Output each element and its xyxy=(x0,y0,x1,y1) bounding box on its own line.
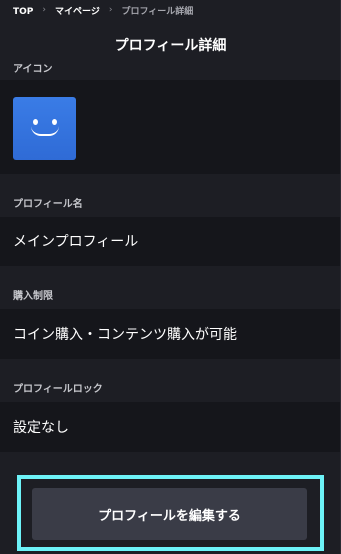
purchase-limit-value: コイン購入・コンテンツ購入が可能 xyxy=(13,327,237,343)
purchase-limit-label: 購入制限 xyxy=(13,291,53,302)
smiley-right-eye xyxy=(52,119,57,125)
profile-lock-value: 設定なし xyxy=(13,420,69,436)
smiley-left-eye xyxy=(33,119,38,125)
breadcrumb: TOP › マイページ › プロフィール詳細 xyxy=(13,4,193,20)
avatar xyxy=(13,97,76,160)
icon-section-label: アイコン xyxy=(13,64,53,75)
profile-name-value: メインプロフィール xyxy=(13,234,139,250)
breadcrumb-top-link[interactable]: TOP xyxy=(13,4,33,20)
breadcrumb-separator-icon: › xyxy=(108,5,113,15)
breadcrumb-separator-icon: › xyxy=(42,5,46,15)
page-title: プロフィール詳細 xyxy=(114,38,227,54)
breadcrumb-current: プロフィール詳細 xyxy=(121,7,194,17)
profile-lock-label: プロフィールロック xyxy=(13,384,103,395)
smiley-face-icon xyxy=(31,126,59,136)
profile-name-label: プロフィール名 xyxy=(13,199,83,210)
edit-profile-button[interactable]: プロフィールを編集する xyxy=(32,488,307,540)
breadcrumb-mypage-link[interactable]: マイページ xyxy=(55,4,100,20)
